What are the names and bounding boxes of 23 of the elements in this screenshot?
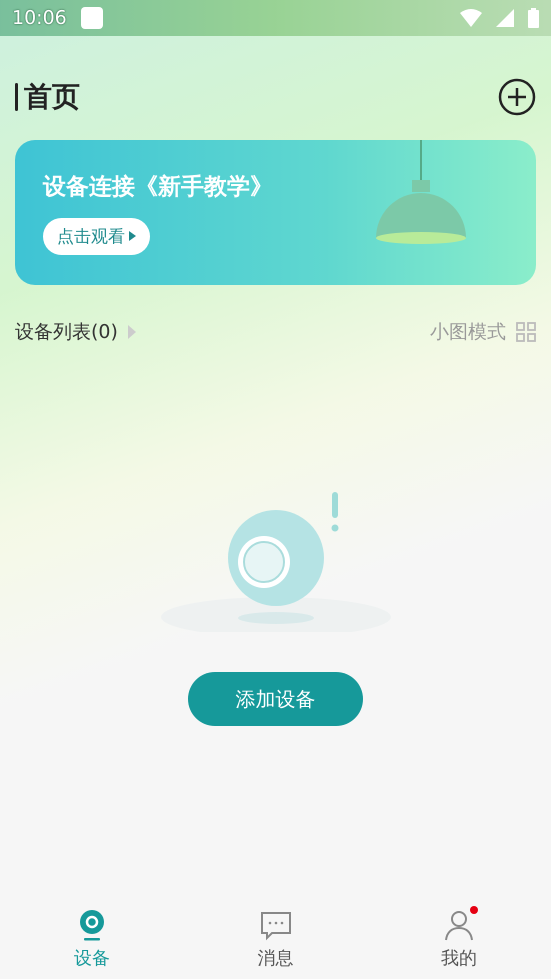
lamp-icon — [374, 140, 468, 244]
device-list-label[interactable]: 设备列表(0) — [15, 319, 118, 345]
watch-button[interactable]: 点击观看 — [43, 218, 150, 254]
grid-icon[interactable] — [516, 322, 536, 342]
status-time: 10:06 — [12, 7, 67, 29]
tutorial-banner[interactable]: 设备连接《新手教学》 点击观看 — [15, 140, 536, 285]
add-icon[interactable] — [498, 78, 536, 116]
battery-icon — [528, 8, 539, 28]
tab-label: 消息 — [258, 947, 294, 970]
nav-tab[interactable]: 我的 — [367, 908, 551, 970]
tab-label: 设备 — [74, 947, 110, 970]
signal-icon — [496, 9, 514, 27]
play-icon — [129, 231, 136, 241]
tab-label: 我的 — [441, 947, 478, 970]
notification-icon — [80, 7, 103, 29]
add-device-button[interactable]: 添加设备 — [188, 672, 363, 726]
nav-tab[interactable]: 消息 — [184, 908, 368, 970]
arrow-icon[interactable] — [128, 325, 136, 339]
nav-tab[interactable]: 设备 — [0, 908, 184, 970]
view-mode-label[interactable]: 小图模式 — [430, 319, 506, 345]
page-title: 首页 — [24, 79, 80, 115]
banner-title: 设备连接《新手教学》 — [43, 172, 274, 202]
wifi-icon — [460, 9, 482, 27]
